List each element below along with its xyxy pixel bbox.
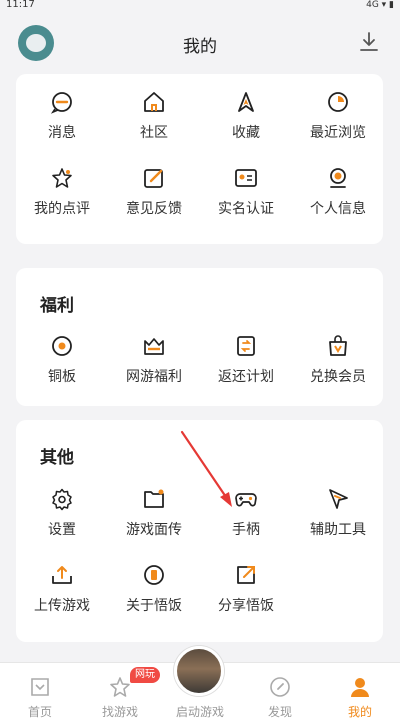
menu-item-label: 设置 <box>48 522 76 538</box>
launch-game-icon[interactable] <box>174 646 224 696</box>
tab-label: 找游戏 <box>101 705 138 719</box>
menu-item-label: 网游福利 <box>126 369 182 385</box>
profile-icon <box>330 168 346 188</box>
menu-item-label: 辅助工具 <box>310 522 366 538</box>
menu-item-label: 兑换会员 <box>310 369 366 385</box>
menu-item-review[interactable]: 我的点评 <box>16 166 108 226</box>
tab-mine[interactable]: 我的 <box>320 663 400 720</box>
other-card: 其他 设置 游戏面传 手柄 辅助工具 上传游戏 关于悟饭 分享悟饭 <box>16 420 383 642</box>
menu-item-profile[interactable]: 个人信息 <box>292 166 384 226</box>
download-icon[interactable] <box>358 30 380 54</box>
welfare-item-coin[interactable]: 铜板 <box>16 334 108 394</box>
user-icon <box>351 678 369 697</box>
page-title: 我的 <box>183 37 217 57</box>
status-time: 11:17 <box>6 0 35 10</box>
tab-label: 首页 <box>27 705 52 719</box>
menu-item-message[interactable]: 消息 <box>16 90 108 150</box>
section-title: 福利 <box>40 296 74 316</box>
rebate-icon <box>237 336 255 356</box>
tab-discover[interactable]: 发现 <box>240 663 320 720</box>
welfare-item-rebate[interactable]: 返还计划 <box>200 334 292 394</box>
other-item-upload-game[interactable]: 上传游戏 <box>16 563 108 623</box>
header: 我的 <box>0 12 400 74</box>
tab-home[interactable]: 首页 <box>0 663 80 720</box>
tab-label: 启动游戏 <box>175 705 224 719</box>
status-signal: 4G ▾ ▮ <box>366 0 394 10</box>
compass-icon <box>270 677 290 697</box>
menu-item-label: 社区 <box>140 125 168 141</box>
menu-item-label: 实名认证 <box>218 201 274 217</box>
folder-icon <box>144 489 164 508</box>
menu-item-community[interactable]: 社区 <box>108 90 200 150</box>
welfare-card: 福利 铜板 网游福利 返还计划 兑换会员 <box>16 268 383 406</box>
quick-menu-card: 消息 社区 收藏 最近浏览 我的点评 意见反馈 实名认证 个人信息 <box>16 74 383 244</box>
menu-item-label: 关于悟饭 <box>126 598 182 614</box>
tab-label: 我的 <box>347 705 372 719</box>
other-item-share[interactable]: 分享悟饭 <box>200 563 292 623</box>
menu-item-label: 分享悟饭 <box>218 598 274 614</box>
history-icon <box>328 92 348 112</box>
menu-item-label: 最近浏览 <box>310 125 366 141</box>
status-bar: 11:17 4G ▾ ▮ <box>0 0 400 12</box>
coin-icon <box>52 336 72 356</box>
welfare-item-online-gift[interactable]: 网游福利 <box>108 334 200 394</box>
section-title: 其他 <box>40 448 74 468</box>
menu-item-label: 收藏 <box>232 125 260 141</box>
menu-item-label: 手柄 <box>232 522 260 538</box>
other-item-gamepad[interactable]: 手柄 <box>200 487 292 547</box>
other-item-settings[interactable]: 设置 <box>16 487 108 547</box>
menu-item-label: 我的点评 <box>34 201 90 217</box>
other-item-about[interactable]: 关于悟饭 <box>108 563 200 623</box>
vip-bag-icon <box>329 335 347 356</box>
home-icon <box>31 678 49 696</box>
other-item-assist-tools[interactable]: 辅助工具 <box>292 487 384 547</box>
favorite-icon <box>238 92 254 112</box>
gamepad-icon <box>235 493 257 507</box>
gear-icon <box>52 488 72 511</box>
share-icon <box>237 566 255 584</box>
tab-badge: 网玩 <box>130 667 160 683</box>
tool-icon <box>329 489 348 509</box>
about-icon <box>144 565 164 585</box>
menu-item-label: 铜板 <box>48 369 76 385</box>
menu-item-label: 返还计划 <box>218 369 274 385</box>
message-icon <box>50 92 72 114</box>
upload-icon <box>52 566 72 584</box>
id-card-icon <box>235 169 257 187</box>
welfare-item-vip[interactable]: 兑换会员 <box>292 334 384 394</box>
review-icon <box>52 168 72 188</box>
star-icon <box>110 677 130 697</box>
menu-item-id-verify[interactable]: 实名认证 <box>200 166 292 226</box>
gift-box-icon <box>144 338 164 355</box>
menu-item-label: 上传游戏 <box>34 598 90 614</box>
menu-item-history[interactable]: 最近浏览 <box>292 90 384 150</box>
tab-label: 发现 <box>267 705 292 719</box>
menu-item-favorite[interactable]: 收藏 <box>200 90 292 150</box>
menu-item-feedback[interactable]: 意见反馈 <box>108 166 200 226</box>
feedback-icon <box>144 169 163 188</box>
community-icon <box>144 92 164 112</box>
menu-item-label: 消息 <box>48 125 76 141</box>
menu-item-label: 游戏面传 <box>126 522 182 538</box>
menu-item-label: 意见反馈 <box>126 201 182 217</box>
menu-item-label: 个人信息 <box>310 201 366 217</box>
other-item-game-transfer[interactable]: 游戏面传 <box>108 487 200 547</box>
